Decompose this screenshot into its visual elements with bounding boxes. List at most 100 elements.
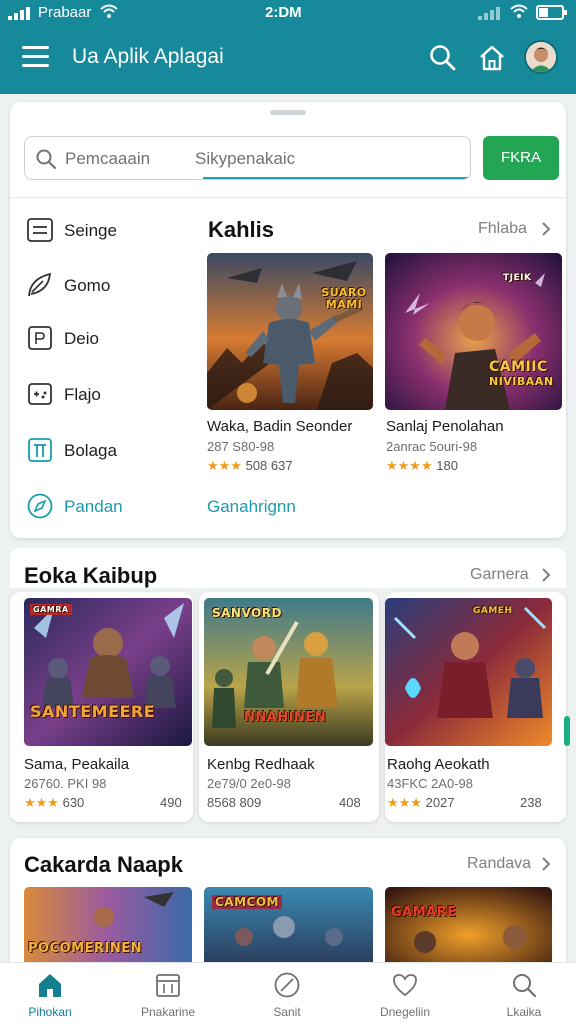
leaf-icon (28, 272, 52, 297)
game-meta: 287 S80-98 (207, 439, 275, 454)
building-icon (28, 438, 52, 462)
avatar[interactable] (524, 40, 558, 74)
download-count: 238 (520, 795, 542, 810)
compass-icon (27, 493, 53, 519)
game-rating: ★★★ 508 637 (207, 458, 293, 474)
rating-value: 508 637 (245, 458, 293, 473)
nav-label: Pihokan (28, 1005, 72, 1019)
category-label: Pandan (64, 497, 123, 516)
game-meta: 2anrac 5ouri-98 (386, 439, 478, 454)
star-rating-icon: ★★★★ (386, 458, 433, 473)
thumbnail-text: NNAHINEN (244, 710, 327, 725)
category-label: Seinge (64, 221, 117, 240)
see-all-link[interactable]: Ganahrignn (207, 497, 296, 517)
game-rating: 8568 809 (207, 795, 261, 810)
game-rating: ★★★ 630 (24, 795, 84, 811)
wifi-icon (100, 4, 118, 18)
game-thumbnail[interactable]: TJEIK CAMIIC NIVIBAAN (385, 253, 562, 410)
game-title: Waka, Badin Seonder (207, 418, 353, 435)
battery-icon (536, 5, 567, 20)
game-thumbnail: GAMRA SANTEMEERE (24, 598, 192, 746)
game-meta: 2e79/0 2e0-98 (207, 776, 291, 791)
search-icon (36, 149, 57, 170)
category-label: Flajo (64, 385, 101, 404)
clock: 2:DM (265, 4, 302, 21)
game-rating: ★★★ 2027 (387, 795, 455, 811)
home-icon (39, 974, 61, 997)
thumbnail-text: SANTEMEERE (30, 702, 156, 721)
game-thumbnail[interactable]: CAMCOM (204, 887, 373, 967)
nav-label: Pnakarine (140, 1005, 196, 1019)
download-count: 408 (339, 795, 361, 810)
game-meta: 43FKC 2A0-98 (387, 776, 473, 791)
compass-icon (274, 972, 300, 998)
section-more-link[interactable]: Garnera (470, 566, 529, 584)
nav-item-calendar[interactable]: Pnakarine (118, 963, 218, 1024)
thumbnail-text: CAMIIC (489, 359, 548, 375)
thumbnail-badge: TJEIK (503, 273, 532, 283)
search-button[interactable]: FKRA (483, 136, 559, 180)
nav-item-search[interactable]: Lkaika (474, 963, 574, 1024)
game-title: Kenbg Redhaak (207, 756, 315, 773)
game-thumbnail: SANVORD NNAHINEN (204, 598, 373, 746)
nav-item-favorites[interactable]: Dnegeliin (355, 963, 455, 1024)
download-count: 490 (160, 795, 182, 810)
chevron-right-icon (542, 568, 551, 582)
chevron-right-icon (542, 857, 551, 871)
search-icon[interactable] (428, 43, 458, 73)
thumbnail-text: NIVIBAAN (489, 375, 554, 388)
chevron-right-icon (542, 222, 551, 236)
rating-value: 8568 809 (207, 795, 262, 810)
horizontal-scroll-indicator[interactable] (564, 716, 570, 746)
drag-handle[interactable] (270, 110, 306, 115)
section-title: Cakarda Naapk (24, 852, 183, 877)
game-rating: ★★★★ 180 (386, 458, 458, 474)
wifi-icon (510, 4, 528, 18)
game-title: Sanlaj Penolahan (386, 418, 504, 435)
thumbnail-text: CAMCOM (212, 895, 282, 909)
nav-label: Sanit (273, 1005, 301, 1019)
signal-icon (8, 7, 32, 20)
search-icon (513, 974, 537, 998)
game-title: Raohg Aeokath (387, 756, 490, 773)
thumbnail-badge: SANVORD (212, 606, 282, 620)
game-thumbnail[interactable]: SUARO MAMI (207, 253, 373, 410)
bottom-navigation: Pihokan Pnakarine Sanit Dnegeliin Lkaika (0, 962, 576, 1024)
thumbnail-badge: GAMRA (30, 604, 72, 615)
menu-icon[interactable] (22, 46, 49, 68)
nav-label: Lkaika (506, 1005, 542, 1019)
star-rating-icon: ★★★ (207, 458, 242, 473)
section-more-link[interactable]: Randava (467, 855, 531, 873)
game-title: Sama, Peakaila (24, 756, 130, 773)
carrier-name: Prabaar (38, 4, 92, 21)
star-rating-icon: ★★★ (24, 795, 59, 810)
calendar-icon (156, 974, 180, 997)
search-input[interactable]: Pemcaaain Sikypenakaic (24, 136, 471, 180)
search-placeholder: Pemcaaain (65, 149, 151, 168)
app-title: Ua Aplik Aplagai (72, 45, 224, 68)
section-more-link[interactable]: Fhlaba (478, 220, 527, 238)
divider (10, 197, 566, 198)
puzzle-icon (28, 326, 52, 350)
game-thumbnail: GAMEH (385, 598, 552, 746)
thumbnail-text: POCOMERINEN (28, 941, 142, 956)
section-title: Kahlis (208, 217, 275, 242)
nav-item-home[interactable]: Pihokan (0, 963, 100, 1024)
category-label: Deio (64, 329, 99, 348)
category-label: Gomo (64, 276, 111, 295)
game-meta: 26760. PKI 98 (24, 776, 107, 791)
nav-item-explore[interactable]: Sanit (237, 963, 337, 1024)
game-thumbnail[interactable]: POCOMERINEN (24, 887, 192, 967)
rating-value: 630 (62, 795, 85, 810)
app-bar: Ua Aplik Aplagai (0, 26, 576, 94)
game-thumbnail[interactable]: GAMARE (385, 887, 552, 967)
rating-value: 2027 (425, 795, 455, 810)
search-focus-underline (203, 177, 470, 179)
thumbnail-text: SUARO MAMI (321, 286, 367, 311)
status-bar: Prabaar 2:DM (0, 0, 576, 26)
home-icon[interactable] (477, 43, 507, 73)
star-rating-icon: ★★★ (387, 795, 422, 810)
nav-label: Dnegeliin (379, 1005, 431, 1019)
rating-value: 180 (436, 458, 458, 473)
gamepad-icon (28, 383, 52, 405)
